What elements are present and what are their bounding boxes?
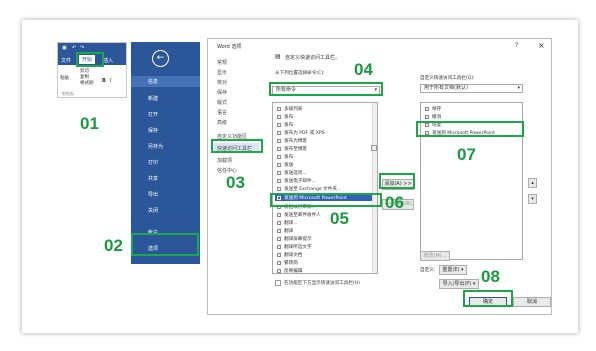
backstage-item-new[interactable]: 新建 (148, 95, 158, 102)
qat-icon: ▤ (275, 53, 281, 60)
nav-language[interactable]: 语言 (217, 109, 227, 116)
backstage-item-share[interactable]: 共享 (148, 175, 158, 182)
list-item[interactable]: 翻译文档 (277, 252, 302, 258)
undo-icon[interactable]: ↶ (72, 45, 76, 51)
list-item[interactable]: 繁转简 (277, 260, 298, 266)
nav-layout[interactable]: 版式 (217, 99, 227, 106)
list-item[interactable]: 翻译屏幕提示 (277, 236, 312, 242)
list-item[interactable]: 发送选项... (277, 170, 307, 176)
list-item[interactable]: 发送至 Exchange 文件夹... (277, 186, 341, 192)
list-item[interactable]: 翻译... (277, 220, 298, 226)
close-button[interactable]: × (538, 41, 545, 50)
ribbon-thumbnail: ▣ ↶ ↷ 文件 开始 插入 粘贴 剪切 复制 格式刷 B I 剪贴板 (57, 42, 127, 98)
save-icon[interactable]: ▣ (62, 45, 67, 51)
callout-box-08 (463, 290, 513, 307)
backstage-panel: ← 信息 新建 打开 保存 另存为 打印 共享 导出 关闭 帐户 选项 (131, 42, 200, 264)
clipboard-group-label: 剪贴板 (62, 91, 74, 96)
list-item[interactable]: 发布为 PDF 或 XPS (277, 130, 325, 136)
nav-addins[interactable]: 加载项 (217, 157, 232, 164)
callout-box-05 (270, 193, 382, 207)
redo-icon[interactable]: ↷ (80, 45, 84, 51)
backstage-item-print[interactable]: 打印 (148, 159, 158, 166)
move-down-button[interactable]: ▾ (528, 194, 537, 204)
nav-save[interactable]: 保存 (217, 89, 227, 96)
list-item[interactable]: 发布为博客 (277, 138, 307, 144)
callout-01: 01 (80, 114, 99, 133)
nav-general[interactable]: 常规 (217, 59, 227, 66)
list-item[interactable]: 发送至邮件收件人 (277, 212, 321, 218)
list-item[interactable]: 发送 (277, 162, 293, 168)
list-item[interactable]: 翻译所选文字 (277, 244, 312, 250)
list-item[interactable]: 多级列表 (277, 106, 302, 112)
dialog-title: Word 选项 (217, 44, 242, 50)
list-item[interactable]: 撤消 (425, 114, 441, 120)
backstage-item-open[interactable]: 打开 (148, 111, 158, 118)
tab-file[interactable]: 文件 (61, 57, 71, 64)
italic-button[interactable]: I (110, 78, 111, 84)
modify-button[interactable]: 修改(M)... (420, 251, 450, 261)
callout-box-06 (379, 173, 415, 189)
choose-commands-label: 从下列位置选择命令(C): (275, 71, 325, 76)
move-up-button[interactable]: ▴ (528, 178, 537, 188)
cancel-button[interactable]: 取消 (513, 297, 551, 307)
backstage-item-close[interactable]: 关闭 (148, 207, 158, 214)
nav-display[interactable]: 显示 (217, 69, 227, 76)
backstage-item-save-as[interactable]: 另存为 (148, 143, 163, 150)
backstage-item-save[interactable]: 保存 (148, 127, 158, 134)
callout-06: 06 (385, 193, 404, 212)
show-below-checkbox[interactable] (275, 280, 281, 286)
list-item[interactable]: 保存 (425, 106, 441, 112)
list-item[interactable]: 发布 (277, 122, 293, 128)
tab-insert[interactable]: 插入 (103, 57, 113, 64)
callout-08: 08 (481, 267, 500, 286)
nav-proofing[interactable]: 校对 (217, 79, 227, 86)
separator-checkbox[interactable] (371, 145, 377, 151)
customize-toolbar-dropdown[interactable]: 用于所有文档(默认) (420, 84, 523, 93)
commands-scrollbar[interactable] (372, 103, 377, 273)
customizations-label: 自定义: (420, 268, 436, 273)
bold-button[interactable]: B (102, 78, 106, 84)
commands-list[interactable]: 多级列表 发布 发布 发布为 PDF 或 XPS 发布为博客 发布至博客 发布 … (272, 102, 378, 274)
callout-box-07 (416, 121, 524, 137)
backstage-item-export[interactable]: 导出 (148, 191, 158, 198)
callout-box-02 (131, 233, 199, 256)
callout-02: 02 (104, 236, 123, 255)
help-button[interactable]: ? (515, 42, 518, 49)
callout-07: 07 (457, 145, 476, 164)
format-painter-button[interactable]: 格式刷 (80, 80, 94, 86)
list-item[interactable]: 反映编辑 (277, 268, 302, 273)
callout-05: 05 (330, 209, 349, 228)
dialog-heading: 自定义快速访问工具栏。 (285, 55, 341, 61)
backstage-item-info-bg (131, 76, 200, 87)
reset-button[interactable]: 重置(E) ▾ (439, 265, 467, 275)
paste-button[interactable]: 粘贴 (60, 75, 69, 81)
callout-box-01 (76, 52, 104, 67)
show-below-label: 在功能区下方显示快速访问工具栏(H) (284, 281, 360, 286)
list-item[interactable]: 翻译 (277, 228, 293, 234)
list-item[interactable]: 发布 (277, 114, 293, 120)
import-export-button[interactable]: 导入/导出(P) ▾ (439, 279, 479, 289)
backstage-item-info[interactable]: 信息 (148, 78, 158, 85)
callout-04: 04 (354, 60, 373, 79)
customize-toolbar-label: 自定义快速访问工具栏(Q): (420, 76, 475, 81)
back-arrow-icon[interactable]: ← (152, 50, 169, 67)
callout-box-03 (211, 139, 263, 153)
callout-03: 03 (226, 173, 245, 192)
list-item[interactable]: 发布至博客 (277, 146, 307, 152)
list-item[interactable]: 发送电子邮件... (277, 178, 316, 184)
callout-box-04 (269, 82, 383, 96)
nav-advanced[interactable]: 高级 (217, 119, 227, 126)
list-item[interactable]: 发布 (277, 154, 293, 160)
